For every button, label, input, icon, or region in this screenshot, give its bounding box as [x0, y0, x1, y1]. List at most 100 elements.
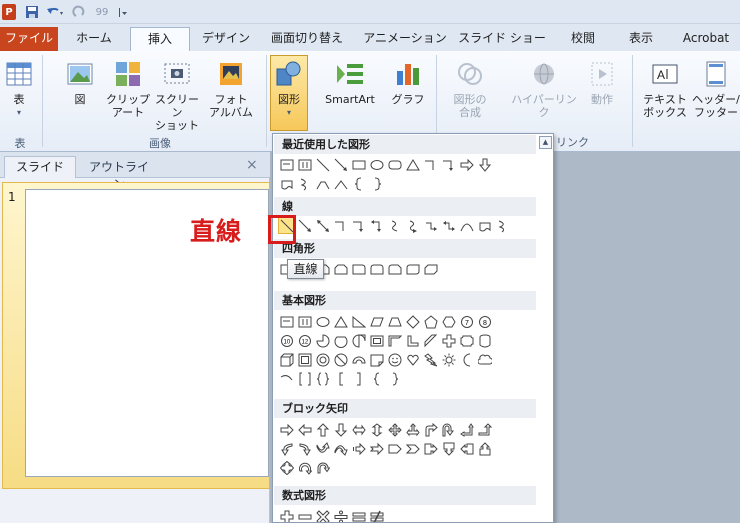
not-equal-shape-icon[interactable] — [369, 509, 384, 522]
smartart-button[interactable]: SmartArt — [318, 59, 382, 106]
u-turn-curved-arrow-shape-icon[interactable] — [315, 460, 330, 475]
right-arrow-callout-shape-icon[interactable] — [423, 441, 438, 456]
frame-shape-icon[interactable] — [369, 333, 384, 348]
arc-shape-icon[interactable] — [279, 371, 294, 386]
moon-shape-icon[interactable] — [459, 352, 474, 367]
u-turn-arrow-shape-icon[interactable] — [441, 422, 456, 437]
right-bracket-shape-icon[interactable] — [351, 371, 366, 386]
half-frame-shape-icon[interactable] — [387, 333, 402, 348]
elbow-arrow-connector-shape-icon[interactable] — [441, 157, 456, 172]
scroll-up-icon[interactable]: ▲ — [539, 136, 552, 149]
hyperlink-button[interactable]: ハイパーリンク — [510, 59, 578, 119]
left-arrow-callout-shape-icon[interactable] — [459, 441, 474, 456]
rounded-rectangle-shape-icon[interactable] — [387, 157, 402, 172]
scribble-shape-icon[interactable] — [495, 218, 510, 233]
textbox-shape-icon[interactable] — [279, 157, 294, 172]
vertical-textbox-shape-icon[interactable] — [297, 157, 312, 172]
can-shape-icon[interactable] — [477, 333, 492, 348]
tab-slides[interactable]: スライド — [4, 156, 76, 178]
oval-shape-icon[interactable] — [369, 157, 384, 172]
curved-right-arrow-shape-icon[interactable] — [279, 441, 294, 456]
freeform-line-shape-icon[interactable] — [477, 218, 492, 233]
elbow-double-arrow-shape-icon[interactable] — [369, 218, 384, 233]
striped-right-arrow-shape-icon[interactable] — [351, 441, 366, 456]
equal-shape-icon[interactable] — [351, 509, 366, 522]
circular-arrow-shape-icon[interactable] — [297, 460, 312, 475]
quad-arrow-callout-shape-icon[interactable] — [279, 460, 294, 475]
tab-insert[interactable]: 挿入 — [130, 27, 190, 52]
tab-slideshow[interactable]: スライド ショー — [456, 27, 548, 51]
right-arrow-shape-icon[interactable] — [279, 422, 294, 437]
tab-acrobat[interactable]: Acrobat — [672, 27, 740, 51]
double-bracket-shape-icon[interactable] — [297, 371, 312, 386]
diamond-shape-icon[interactable] — [405, 314, 420, 329]
left-brace-shape-icon[interactable] — [369, 371, 384, 386]
elbow-connector-shape-icon[interactable] — [333, 218, 348, 233]
left-right-arrow-shape-icon[interactable] — [351, 422, 366, 437]
action-button[interactable]: 動作 — [582, 59, 622, 106]
curved-down-arrow-shape-icon[interactable] — [333, 441, 348, 456]
chart-button[interactable]: グラフ — [388, 59, 428, 106]
elbow-arrow-shape-icon[interactable] — [351, 218, 366, 233]
pentagon-shape-icon[interactable] — [423, 314, 438, 329]
elbow-connector-shape-icon[interactable] — [423, 157, 438, 172]
triangle-shape-icon[interactable] — [405, 157, 420, 172]
left-bracket-shape-icon[interactable] — [333, 371, 348, 386]
sun-shape-icon[interactable] — [441, 352, 456, 367]
arc-line-shape-icon[interactable] — [459, 218, 474, 233]
pentagon-arrow-shape-icon[interactable] — [387, 441, 402, 456]
curved-left-arrow-shape-icon[interactable] — [297, 441, 312, 456]
powerpoint-app-icon[interactable]: P — [2, 4, 16, 20]
rectangle-shape-icon[interactable] — [351, 157, 366, 172]
block-arc-shape-icon[interactable] — [351, 352, 366, 367]
clipart-button[interactable]: クリップ アート — [106, 59, 150, 119]
tab-review[interactable]: 校閲 — [558, 27, 608, 51]
tab-home[interactable]: ホーム — [66, 27, 122, 51]
arrow-line-shape-icon[interactable] — [333, 157, 348, 172]
freeform-shape-icon[interactable] — [315, 176, 330, 191]
up-down-arrow-shape-icon[interactable] — [369, 422, 384, 437]
decagon-shape-icon[interactable]: 10 — [279, 333, 294, 348]
tab-view[interactable]: 表示 — [618, 27, 664, 51]
round-same-side-rectangle-shape-icon[interactable] — [369, 261, 384, 276]
picture-button[interactable]: 図 — [60, 59, 100, 106]
cube-shape-icon[interactable] — [279, 352, 294, 367]
curved-up-arrow-shape-icon[interactable] — [315, 441, 330, 456]
snip-round-rectangle-shape-icon[interactable] — [387, 261, 402, 276]
tab-design[interactable]: デザイン — [195, 27, 257, 51]
curve-shape-icon[interactable] — [297, 176, 312, 191]
shapes-button[interactable]: 図形 ▾ — [270, 55, 308, 131]
hexagon-shape-icon[interactable] — [441, 314, 456, 329]
tab-transitions[interactable]: 画面切り替え — [262, 27, 352, 51]
cross-shape-icon[interactable] — [441, 333, 456, 348]
bevel-shape-icon[interactable] — [297, 352, 312, 367]
quad-arrow-shape-icon[interactable] — [387, 422, 402, 437]
line-shape-icon[interactable] — [315, 157, 330, 172]
textbox-shape-icon[interactable] — [279, 314, 294, 329]
bent-up-arrow-shape-icon[interactable] — [477, 422, 492, 437]
table-button[interactable]: 表 ▾ — [6, 59, 32, 119]
down-arrow-callout-shape-icon[interactable] — [441, 441, 456, 456]
left-right-up-arrow-shape-icon[interactable] — [405, 422, 420, 437]
right-brace-shape-icon[interactable] — [387, 371, 402, 386]
minus-shape-icon[interactable] — [297, 509, 312, 522]
smiley-face-shape-icon[interactable] — [387, 352, 402, 367]
teardrop-shape-icon[interactable] — [351, 333, 366, 348]
donut-shape-icon[interactable] — [315, 352, 330, 367]
pie-shape-icon[interactable] — [315, 333, 330, 348]
left-up-arrow-shape-icon[interactable] — [459, 422, 474, 437]
right-arrow-shape-icon[interactable] — [459, 157, 474, 172]
oval-shape-icon[interactable] — [315, 314, 330, 329]
no-symbol-shape-icon[interactable] — [333, 352, 348, 367]
octagon-shape-icon[interactable]: 8 — [477, 314, 492, 329]
curve-line-shape-icon[interactable] — [441, 218, 456, 233]
curved-double-arrow-shape-icon[interactable] — [423, 218, 438, 233]
multiply-shape-icon[interactable] — [315, 509, 330, 522]
textbox-button[interactable]: A テキスト ボックス — [640, 59, 690, 119]
triangle-shape-icon[interactable] — [333, 314, 348, 329]
chevron-shape-icon[interactable] — [405, 441, 420, 456]
screenshot-button[interactable]: スクリーン ショット — [150, 59, 204, 132]
heart-shape-icon[interactable] — [405, 352, 420, 367]
close-icon[interactable]: × — [246, 157, 258, 173]
dodecagon-shape-icon[interactable]: 12 — [297, 333, 312, 348]
